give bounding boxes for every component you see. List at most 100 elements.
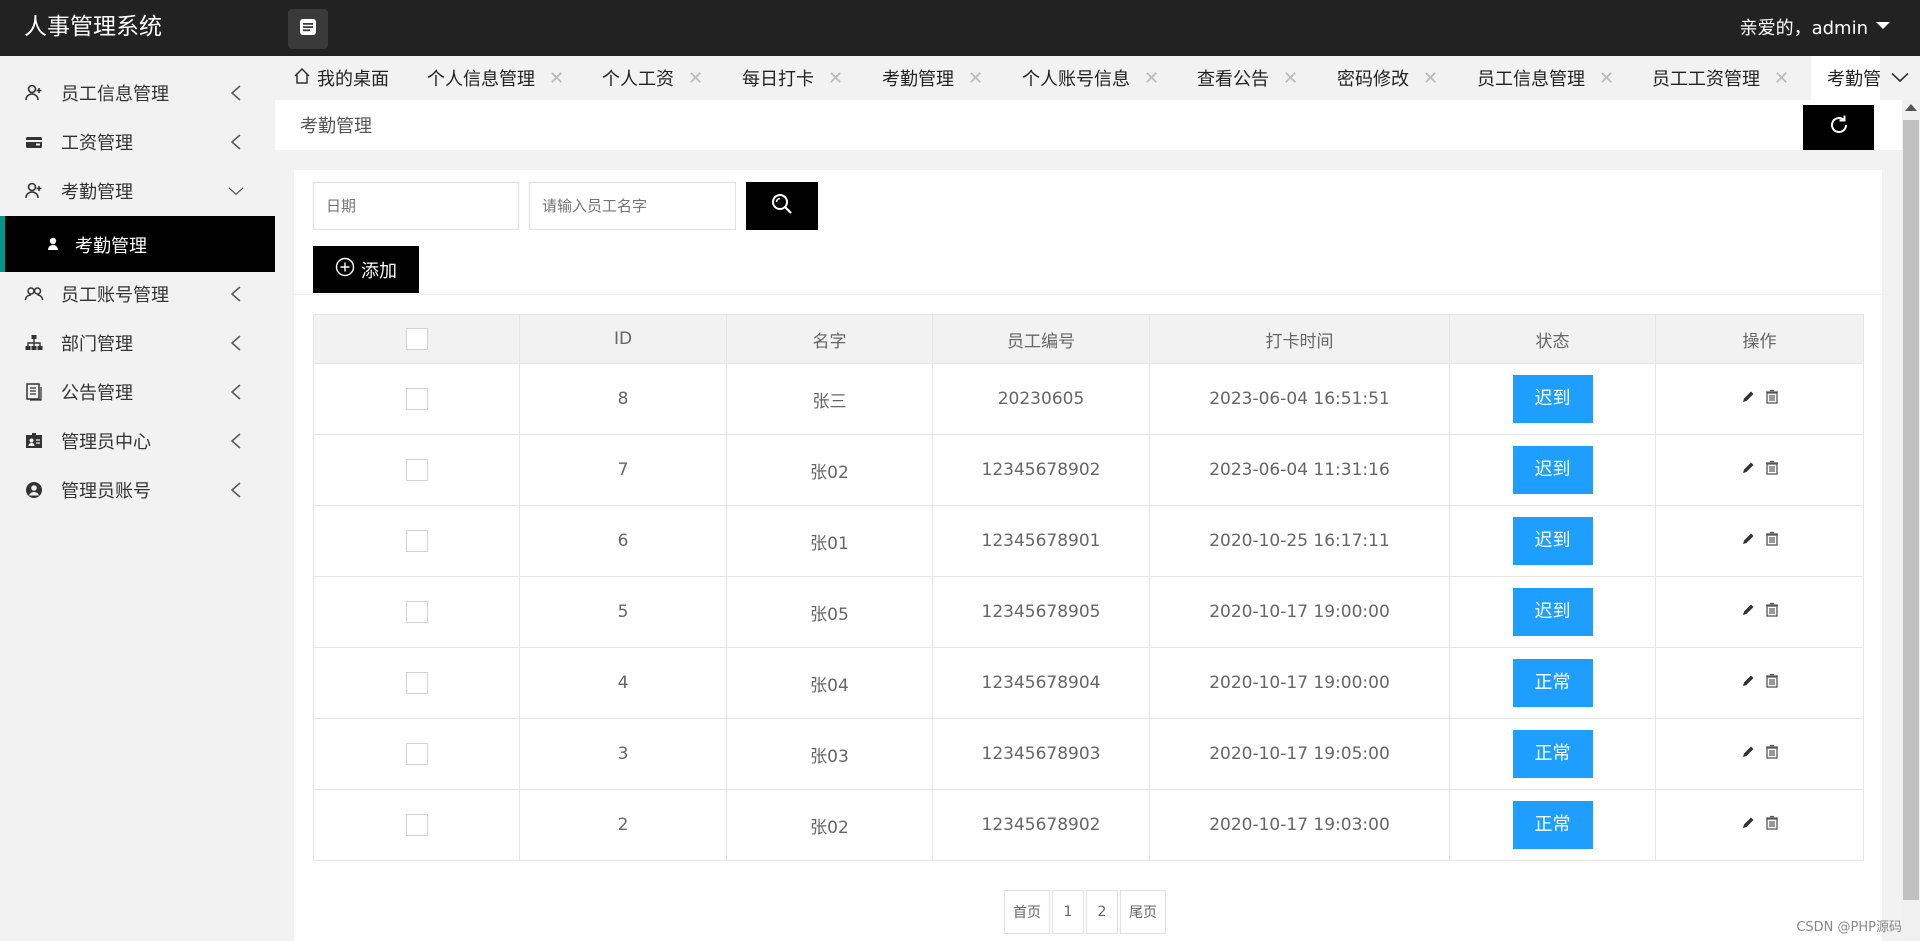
- breadcrumb: 考勤管理: [300, 116, 372, 137]
- row-checkbox[interactable]: [405, 672, 428, 694]
- row-checkbox[interactable]: [405, 530, 428, 552]
- sidebar-item-department[interactable]: 部门管理: [0, 318, 275, 367]
- tab-personal-info[interactable]: 个人信息管理 ✕: [427, 56, 564, 100]
- status-badge[interactable]: 正常: [1512, 801, 1593, 849]
- attendance-table: ID 名字 员工编号 打卡时间 状态 操作 8 张三 20230605 2023…: [313, 314, 1864, 861]
- watermark: CSDN @PHP源码: [1796, 920, 1902, 935]
- menu-toggle-button[interactable]: [288, 9, 328, 49]
- tab-employee-salary[interactable]: 员工工资管理 ✕: [1652, 56, 1789, 100]
- select-all-checkbox[interactable]: [405, 328, 428, 350]
- page-2-button[interactable]: 2: [1086, 890, 1118, 934]
- users-icon: [24, 284, 44, 304]
- edit-icon[interactable]: [1741, 744, 1755, 764]
- scroll-up-arrow-icon[interactable]: [1905, 104, 1917, 111]
- caret-down-icon: [1876, 21, 1890, 29]
- search-button[interactable]: [746, 182, 818, 230]
- row-checkbox[interactable]: [405, 814, 428, 836]
- cell-id: 3: [519, 718, 727, 790]
- page-1-button[interactable]: 1: [1052, 890, 1084, 934]
- table-row: 6 张01 12345678901 2020-10-25 16:17:11 迟到: [313, 505, 1864, 577]
- table-row: 8 张三 20230605 2023-06-04 16:51:51 迟到: [313, 363, 1864, 435]
- chevron-left-icon: [228, 285, 244, 302]
- cell-checkin-time: 2020-10-17 19:00:00: [1149, 647, 1450, 719]
- sidebar-subitem-label: 考勤管理: [75, 236, 147, 257]
- row-checkbox[interactable]: [405, 459, 428, 481]
- edit-icon[interactable]: [1741, 815, 1755, 835]
- tab-account-info[interactable]: 个人账号信息 ✕: [1022, 56, 1159, 100]
- edit-icon[interactable]: [1741, 460, 1755, 480]
- tab-label: 员工信息管理: [1477, 69, 1585, 90]
- tab-label: 考勤管理: [882, 69, 954, 90]
- tab-attendance-active[interactable]: 考勤管: [1811, 56, 1891, 100]
- sidebar-item-employee-info[interactable]: 员工信息管理: [0, 68, 275, 117]
- sidebar-item-salary[interactable]: 工资管理: [0, 117, 275, 166]
- row-checkbox[interactable]: [405, 388, 428, 410]
- user-menu[interactable]: 亲爱的，admin: [1740, 14, 1890, 40]
- close-icon[interactable]: ✕: [1144, 68, 1159, 89]
- sidebar: 员工信息管理 工资管理 考勤管理 考勤管理 员工账号管理 部门管理 公告管理 管…: [0, 56, 275, 941]
- tab-personal-salary[interactable]: 个人工资 ✕: [602, 56, 703, 100]
- tab-desktop[interactable]: 我的桌面: [293, 56, 389, 100]
- sidebar-item-admin-center[interactable]: 管理员中心: [0, 416, 275, 465]
- scrollbar-thumb[interactable]: [1903, 120, 1919, 900]
- close-icon[interactable]: ✕: [688, 68, 703, 89]
- close-icon[interactable]: ✕: [968, 68, 983, 89]
- edit-icon[interactable]: [1741, 602, 1755, 622]
- status-badge[interactable]: 正常: [1512, 659, 1593, 707]
- tab-more-button[interactable]: [1880, 56, 1920, 100]
- cell-employee-no: 12345678904: [932, 647, 1150, 719]
- tab-attendance[interactable]: 考勤管理 ✕: [882, 56, 983, 100]
- cell-checkin-time: 2020-10-17 19:00:00: [1149, 576, 1450, 648]
- trash-icon[interactable]: [1765, 602, 1779, 622]
- cell-id: 4: [519, 647, 727, 719]
- edit-icon[interactable]: [1741, 389, 1755, 409]
- close-icon[interactable]: ✕: [1283, 68, 1298, 89]
- add-button[interactable]: 添加: [313, 246, 419, 293]
- cell-checkin-time: 2023-06-04 11:31:16: [1149, 434, 1450, 506]
- trash-icon[interactable]: [1765, 673, 1779, 693]
- name-search-input[interactable]: [529, 182, 736, 230]
- cell-employee-no: 12345678901: [932, 505, 1150, 577]
- row-checkbox[interactable]: [405, 601, 428, 623]
- status-badge[interactable]: 迟到: [1512, 517, 1593, 565]
- tab-notices[interactable]: 查看公告 ✕: [1197, 56, 1298, 100]
- tab-label: 我的桌面: [317, 69, 389, 90]
- status-badge[interactable]: 迟到: [1512, 588, 1593, 636]
- close-icon[interactable]: ✕: [1423, 68, 1438, 89]
- edit-icon[interactable]: [1741, 531, 1755, 551]
- status-badge[interactable]: 迟到: [1512, 446, 1593, 494]
- page-last-button[interactable]: 尾页: [1120, 890, 1166, 934]
- sidebar-item-account[interactable]: 员工账号管理: [0, 269, 275, 318]
- tab-label: 个人信息管理: [427, 69, 535, 90]
- close-icon[interactable]: ✕: [828, 68, 843, 89]
- refresh-button[interactable]: [1803, 105, 1874, 150]
- trash-icon[interactable]: [1765, 389, 1779, 409]
- sidebar-item-label: 员工账号管理: [61, 284, 169, 306]
- tab-daily-checkin[interactable]: 每日打卡 ✕: [742, 56, 843, 100]
- close-icon[interactable]: ✕: [1599, 68, 1614, 89]
- cell-checkin-time: 2020-10-17 19:03:00: [1149, 789, 1450, 861]
- sidebar-item-attendance[interactable]: 考勤管理: [0, 166, 275, 215]
- edit-icon[interactable]: [1741, 673, 1755, 693]
- sidebar-item-label: 部门管理: [61, 333, 133, 355]
- tab-employee-info[interactable]: 员工信息管理 ✕: [1477, 56, 1614, 100]
- sidebar-subitem-attendance[interactable]: 考勤管理: [0, 216, 275, 272]
- cell-id: 2: [519, 789, 727, 861]
- sidebar-item-notice[interactable]: 公告管理: [0, 367, 275, 416]
- chevron-left-icon: [228, 84, 244, 101]
- trash-icon[interactable]: [1765, 744, 1779, 764]
- date-input[interactable]: [313, 182, 519, 230]
- sidebar-item-admin-account[interactable]: 管理员账号: [0, 465, 275, 514]
- trash-icon[interactable]: [1765, 460, 1779, 480]
- status-badge[interactable]: 迟到: [1512, 375, 1593, 423]
- close-icon[interactable]: ✕: [1774, 68, 1789, 89]
- status-badge[interactable]: 正常: [1512, 730, 1593, 778]
- row-checkbox[interactable]: [405, 743, 428, 765]
- close-icon[interactable]: ✕: [549, 68, 564, 89]
- document-icon: [24, 382, 44, 402]
- tab-password[interactable]: 密码修改 ✕: [1337, 56, 1438, 100]
- trash-icon[interactable]: [1765, 815, 1779, 835]
- trash-icon[interactable]: [1765, 531, 1779, 551]
- header-employee-no: 员工编号: [932, 314, 1150, 364]
- page-first-button[interactable]: 首页: [1004, 890, 1050, 934]
